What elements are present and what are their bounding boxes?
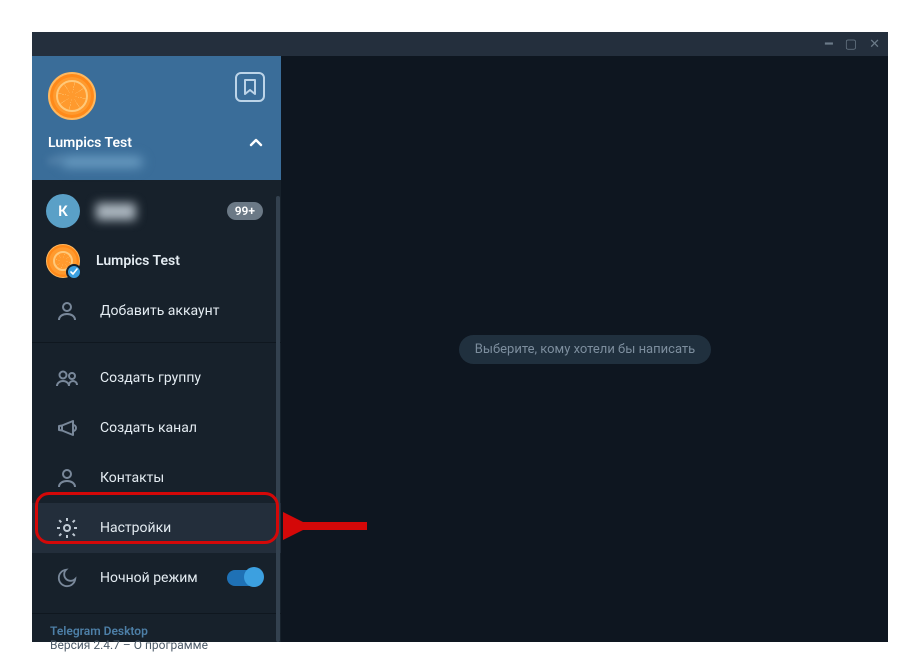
bookmark-icon xyxy=(243,79,257,95)
megaphone-icon xyxy=(50,411,84,445)
menu-label: Добавить аккаунт xyxy=(100,303,219,319)
minimize-button[interactable]: ━ xyxy=(825,38,833,51)
avatar: К xyxy=(46,194,80,228)
night-mode-toggle[interactable] xyxy=(227,570,263,586)
chevron-up-icon xyxy=(247,134,265,152)
contact-icon xyxy=(50,461,84,495)
unread-badge: 99+ xyxy=(227,202,263,220)
check-badge-icon xyxy=(66,264,82,280)
saved-messages-button[interactable] xyxy=(235,72,265,102)
app-window: ━ ▢ ✕ Lumpics Test xyxy=(32,32,888,642)
maximize-button[interactable]: ▢ xyxy=(845,38,857,51)
group-icon xyxy=(50,361,84,395)
menu-label: Ночной режим xyxy=(100,570,198,586)
add-account-item[interactable]: Добавить аккаунт xyxy=(32,286,281,336)
window-titlebar: ━ ▢ ✕ xyxy=(32,32,888,56)
profile-name: Lumpics Test xyxy=(48,135,132,151)
avatar xyxy=(46,244,80,278)
app-name: Telegram Desktop xyxy=(50,624,263,638)
menu-section-main: Создать группу Создать канал xyxy=(32,343,281,614)
settings-item[interactable]: Настройки xyxy=(32,503,281,553)
menu-drawer: Lumpics Test +7 К ████ 99+ xyxy=(32,56,282,642)
account-item-active[interactable]: Lumpics Test xyxy=(32,236,281,286)
close-button[interactable]: ✕ xyxy=(869,38,880,51)
night-mode-item[interactable]: Ночной режим xyxy=(32,553,281,603)
accounts-toggle[interactable] xyxy=(247,134,265,152)
version-line[interactable]: Версия 2.4.7 – О программе xyxy=(50,638,263,652)
menu-label: Настройки xyxy=(100,520,171,536)
person-icon xyxy=(50,294,84,328)
menu-label: Создать группу xyxy=(100,370,201,386)
account-name: ████ xyxy=(96,203,136,220)
new-channel-item[interactable]: Создать канал xyxy=(32,403,281,453)
account-item[interactable]: К ████ 99+ xyxy=(32,186,281,236)
profile-header: Lumpics Test +7 xyxy=(32,56,281,180)
account-name: Lumpics Test xyxy=(96,253,180,269)
menu-label: Контакты xyxy=(100,470,164,486)
gear-icon xyxy=(50,511,84,545)
scrollbar[interactable] xyxy=(276,196,280,642)
profile-phone: +7 xyxy=(48,154,265,168)
main-pane: Выберите, кому хотели бы написать xyxy=(282,56,888,642)
contacts-item[interactable]: Контакты xyxy=(32,453,281,503)
moon-icon xyxy=(50,561,84,595)
drawer-footer: Telegram Desktop Версия 2.4.7 – О програ… xyxy=(32,614,281,662)
profile-avatar[interactable] xyxy=(48,72,96,120)
menu-label: Создать канал xyxy=(100,420,197,436)
empty-state: Выберите, кому хотели бы написать xyxy=(459,335,711,364)
new-group-item[interactable]: Создать группу xyxy=(32,353,281,403)
accounts-section: К ████ 99+ Lumpics Test xyxy=(32,180,281,343)
